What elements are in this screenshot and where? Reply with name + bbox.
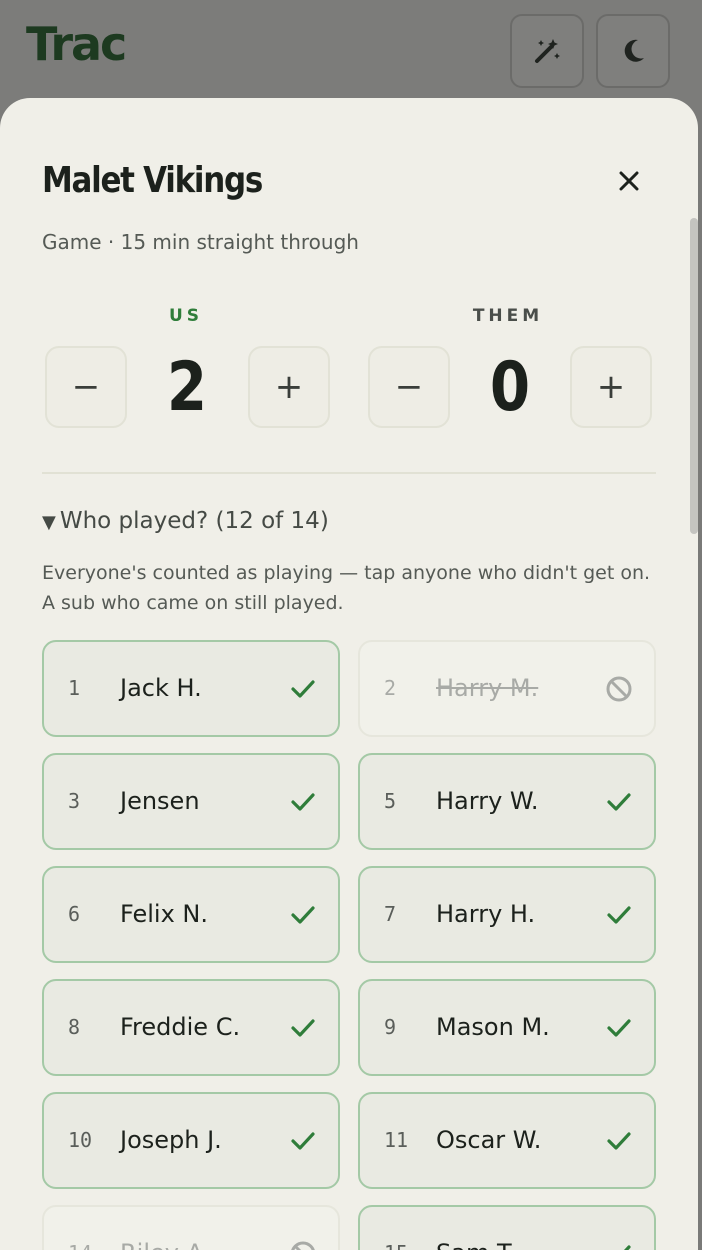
them-label: THEM xyxy=(472,306,544,326)
us-increment-button[interactable]: + xyxy=(248,346,330,428)
logo: Trac xyxy=(26,14,127,74)
player-number: 10 xyxy=(68,1128,93,1152)
player-name: Joseph J. xyxy=(120,1126,222,1154)
check-icon xyxy=(288,1126,318,1156)
player-card[interactable]: 2 Harry M. xyxy=(358,640,656,737)
player-card[interactable]: 6 Felix N. xyxy=(42,866,340,963)
player-card[interactable]: 5 Harry W. xyxy=(358,753,656,850)
triangle-down-icon: ▼ xyxy=(42,512,56,533)
them-score: 0 xyxy=(489,348,531,427)
player-name: Jack H. xyxy=(120,674,202,702)
magic-button[interactable] xyxy=(510,14,584,88)
player-card[interactable]: 7 Harry H. xyxy=(358,866,656,963)
player-number: 14 xyxy=(68,1241,92,1250)
check-icon xyxy=(288,787,318,817)
player-card[interactable]: 1 Jack H. xyxy=(42,640,340,737)
check-icon xyxy=(288,1013,318,1043)
check-icon xyxy=(604,1239,634,1250)
us-label: US xyxy=(168,306,204,326)
player-card[interactable]: 3 Jensen xyxy=(42,753,340,850)
player-name: Oscar W. xyxy=(436,1126,542,1154)
player-name: Felix N. xyxy=(120,900,209,928)
player-name: Riley A. xyxy=(120,1239,210,1250)
player-number: 9 xyxy=(384,1015,397,1039)
close-button[interactable] xyxy=(608,160,650,202)
player-card[interactable]: 15 Sam T. xyxy=(358,1205,656,1250)
check-icon xyxy=(288,674,318,704)
player-name: Harry W. xyxy=(436,787,539,815)
player-number: 5 xyxy=(384,789,397,813)
player-name: Freddie C. xyxy=(120,1013,241,1041)
player-name: Harry M. xyxy=(436,674,539,702)
not-played-icon xyxy=(604,674,634,704)
player-card[interactable]: 8 Freddie C. xyxy=(42,979,340,1076)
game-sheet: Malet Vikings Game · 15 min straight thr… xyxy=(0,98,698,1250)
check-icon xyxy=(604,900,634,930)
logo-text: Trac xyxy=(26,17,127,71)
divider xyxy=(42,472,656,474)
sheet-title: Malet Vikings xyxy=(42,160,263,201)
who-played-toggle[interactable]: ▼ Who played? (12 of 14) xyxy=(42,508,329,534)
moon-icon xyxy=(624,39,644,62)
magic-wand-icon xyxy=(535,39,560,63)
player-card[interactable]: 9 Mason M. xyxy=(358,979,656,1076)
them-decrement-button[interactable]: − xyxy=(368,346,450,428)
app-bar: Trac xyxy=(0,0,702,110)
player-number: 2 xyxy=(384,676,397,700)
player-card[interactable]: 11 Oscar W. xyxy=(358,1092,656,1189)
check-icon xyxy=(604,787,634,817)
check-icon xyxy=(604,1126,634,1156)
game-subtitle: Game · 15 min straight through xyxy=(42,230,359,254)
player-name: Mason M. xyxy=(436,1013,550,1041)
player-number: 8 xyxy=(68,1015,81,1039)
player-number: 1 xyxy=(68,676,81,700)
who-played-count: (12 of 14) xyxy=(215,508,329,534)
player-name: Harry H. xyxy=(436,900,536,928)
not-played-icon xyxy=(288,1239,318,1250)
player-number: 6 xyxy=(68,902,81,926)
them-increment-button[interactable]: + xyxy=(570,346,652,428)
check-icon xyxy=(288,900,318,930)
us-decrement-button[interactable]: − xyxy=(45,346,127,428)
scrollbar[interactable] xyxy=(690,218,698,534)
player-card[interactable]: 14 Riley A. xyxy=(42,1205,340,1250)
theme-toggle-button[interactable] xyxy=(596,14,670,88)
close-icon xyxy=(619,171,639,191)
player-number: 7 xyxy=(384,902,397,926)
us-score: 2 xyxy=(166,348,208,427)
player-card[interactable]: 10 Joseph J. xyxy=(42,1092,340,1189)
player-number: 11 xyxy=(384,1128,409,1152)
player-number: 3 xyxy=(68,789,81,813)
check-icon xyxy=(604,1013,634,1043)
player-name: Sam T. xyxy=(436,1239,516,1250)
who-played-heading: Who played? xyxy=(59,508,209,534)
player-number: 15 xyxy=(384,1241,408,1250)
player-name: Jensen xyxy=(120,787,200,815)
who-played-help: Everyone's counted as playing — tap anyo… xyxy=(42,562,651,614)
